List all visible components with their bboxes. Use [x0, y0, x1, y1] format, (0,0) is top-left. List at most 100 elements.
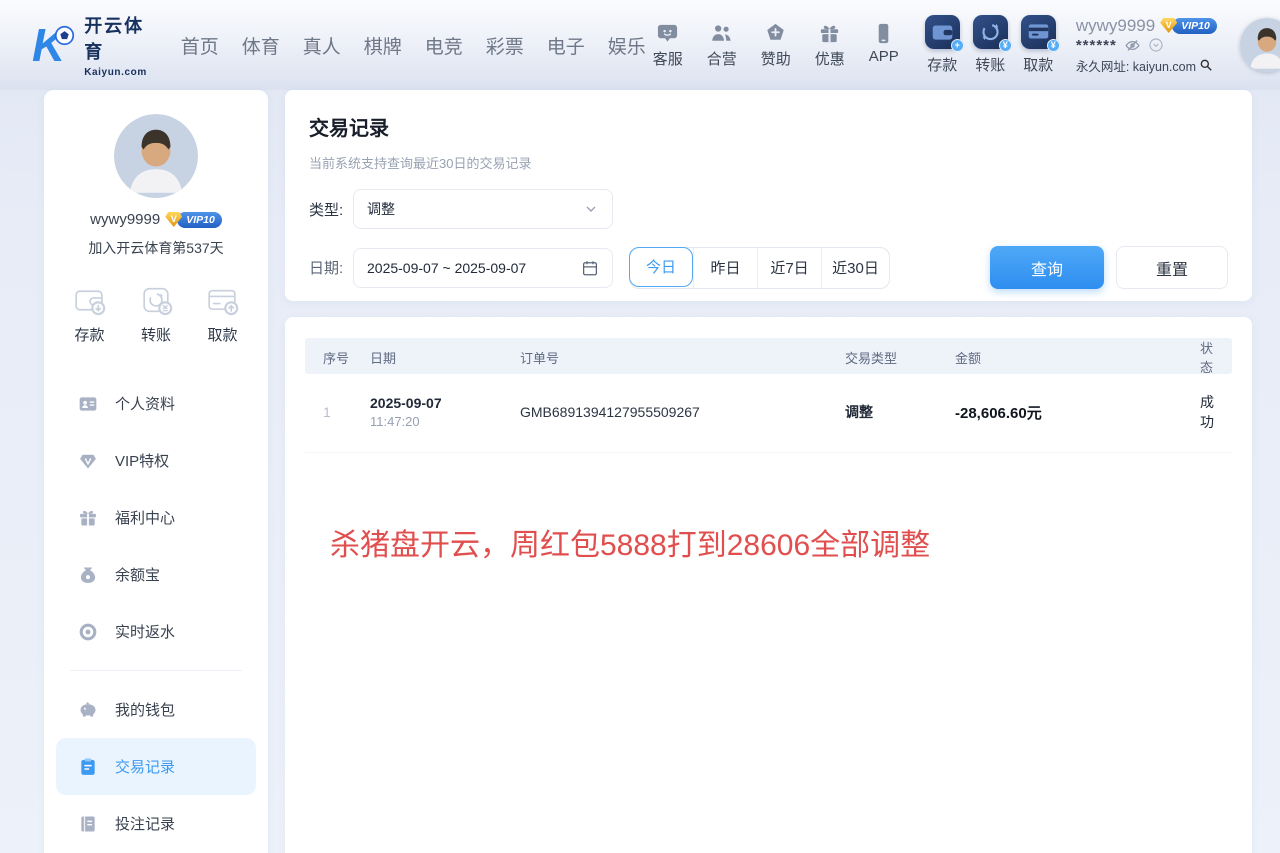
sidebar-item-rebate[interactable]: 实时返水 — [56, 603, 256, 660]
plus-badge-icon: + — [951, 39, 964, 52]
brand-logo[interactable]: K 开云体育 Kaiyun.com — [30, 12, 154, 78]
range-today-button[interactable]: 今日 — [629, 247, 693, 287]
nav-item-esports[interactable]: 电竞 — [420, 28, 468, 63]
quick-link-label: 优惠 — [815, 48, 845, 69]
quick-link-label: 合营 — [707, 48, 737, 69]
nav-item-chess[interactable]: 棋牌 — [359, 28, 407, 63]
sponsor-link[interactable]: 赞助 — [759, 22, 793, 69]
cell-datetime: 2025-09-07 11:47:20 — [370, 395, 520, 429]
withdraw-card-icon: ¥ — [1021, 15, 1056, 49]
range-7days-button[interactable]: 近7日 — [757, 248, 821, 288]
nav-item-sports[interactable]: 体育 — [237, 28, 285, 63]
nav-item-lottery[interactable]: 彩票 — [481, 28, 529, 63]
clipboard-icon — [78, 757, 98, 777]
search-button[interactable]: 查询 — [990, 246, 1104, 289]
sidebar-withdraw-button[interactable]: 取款 — [204, 282, 241, 345]
range-yesterday-button[interactable]: 昨日 — [693, 248, 757, 288]
nav-item-home[interactable]: 首页 — [176, 28, 224, 63]
date-range-input[interactable]: 2025-09-07 ~ 2025-09-07 — [353, 248, 613, 288]
topbar-right: 客服 合营 赞助 — [651, 15, 1280, 75]
nav-item-entertainment[interactable]: 娱乐 — [603, 28, 651, 63]
avatar[interactable] — [1240, 18, 1280, 72]
page-title: 交易记录 — [309, 112, 1228, 141]
sidebar-item-label: 个人资料 — [115, 393, 175, 414]
chevron-down-circle-icon[interactable] — [1148, 37, 1164, 53]
sidebar-item-label: 福利中心 — [115, 507, 175, 528]
calendar-icon[interactable] — [581, 259, 599, 277]
gift-icon — [818, 22, 841, 45]
customer-service-link[interactable]: 客服 — [651, 22, 685, 69]
quick-links: 客服 合营 赞助 — [651, 22, 901, 69]
sidebar-item-wallet[interactable]: 我的钱包 — [56, 681, 256, 738]
quick-link-label: 赞助 — [761, 48, 791, 69]
filter-card: 交易记录 当前系统支持查询最近30日的交易记录 类型: 调整 日期: 2025-… — [285, 90, 1252, 301]
range-30days-button[interactable]: 近30日 — [821, 248, 889, 288]
quick-action-label: 转账 — [141, 324, 171, 345]
partners-link[interactable]: 合营 — [705, 22, 739, 69]
gem-icon — [78, 451, 98, 471]
app-download-link[interactable]: APP — [867, 22, 901, 69]
sidebar-item-transactions[interactable]: 交易记录 — [56, 738, 256, 795]
cell-status: 成功 — [1200, 392, 1238, 432]
cell-transaction-type: 调整 — [845, 402, 955, 422]
nav-item-live[interactable]: 真人 — [298, 28, 346, 63]
rebate-coin-icon — [78, 622, 98, 642]
sidebar-transfer-button[interactable]: 转账 — [138, 282, 175, 345]
cell-index: 1 — [305, 404, 370, 420]
notebook-icon — [78, 814, 98, 834]
type-select[interactable]: 调整 — [353, 189, 613, 229]
username: wywy9999 — [1076, 16, 1155, 36]
sidebar-username: wywy9999 — [90, 211, 160, 228]
sidebar-item-vip[interactable]: VIP特权 — [56, 432, 256, 489]
membership-days-text: 加入开云体育第537天 — [44, 238, 268, 258]
main-nav: 首页 体育 真人 棋牌 电竞 彩票 电子 娱乐 — [176, 28, 651, 63]
cell-amount: -28,606.60元 — [955, 402, 1200, 423]
type-filter-row: 类型: 调整 — [309, 189, 1228, 229]
gift-icon — [78, 508, 98, 528]
col-header-status: 状态 — [1200, 338, 1237, 376]
quick-link-label: 客服 — [653, 48, 683, 69]
nav-item-slots[interactable]: 电子 — [542, 28, 590, 63]
chevron-down-icon — [583, 201, 599, 217]
table-header-row: 序号 日期 订单号 交易类型 金额 状态 — [305, 338, 1232, 374]
date-range-value: 2025-09-07 ~ 2025-09-07 — [367, 260, 581, 276]
sidebar-item-label: 我的钱包 — [115, 699, 175, 720]
wallet-links: + 存款 ¥ 转账 ¥ — [925, 15, 1056, 75]
date-filter-row: 日期: 2025-09-07 ~ 2025-09-07 今日 昨日 近7日 近3… — [309, 246, 1228, 289]
avatar-image — [1240, 18, 1280, 72]
vip-level-label: VIP10 — [177, 212, 222, 228]
sidebar-avatar — [114, 114, 198, 198]
transfer-button[interactable]: ¥ 转账 — [973, 15, 1008, 75]
quick-link-label: APP — [869, 48, 899, 65]
type-label: 类型: — [309, 199, 353, 220]
avatar-image — [114, 114, 198, 198]
promotions-link[interactable]: 优惠 — [813, 22, 847, 69]
sidebar-item-bets[interactable]: 投注记录 — [56, 795, 256, 852]
partners-icon — [710, 22, 733, 45]
cell-time: 11:47:20 — [370, 414, 520, 429]
user-block: wywy9999 V VIP10 ****** 永久网址: kaiyun.com — [1076, 16, 1228, 75]
topbar: K 开云体育 Kaiyun.com 首页 体育 真人 棋牌 电竞 彩票 电子 娱… — [0, 0, 1280, 90]
sidebar-item-yuebao[interactable]: 余额宝 — [56, 546, 256, 603]
transfer-icon — [138, 282, 175, 319]
vip-badge: V VIP10 — [1160, 18, 1217, 34]
sidebar-item-welfare[interactable]: 福利中心 — [56, 489, 256, 546]
eye-off-icon[interactable] — [1124, 37, 1141, 54]
logo-k-mark: K — [30, 19, 75, 71]
id-card-icon — [78, 394, 98, 414]
page-subtitle: 当前系统支持查询最近30日的交易记录 — [309, 153, 1228, 172]
deposit-wallet-icon: + — [925, 15, 960, 49]
sidebar-item-profile[interactable]: 个人资料 — [56, 375, 256, 432]
wallet-link-label: 转账 — [975, 54, 1005, 75]
wallet-link-label: 存款 — [927, 54, 957, 75]
quick-action-label: 取款 — [207, 324, 237, 345]
vip-level-label: VIP10 — [1172, 18, 1217, 34]
quick-action-label: 存款 — [74, 324, 104, 345]
sidebar-deposit-button[interactable]: 存款 — [71, 282, 108, 345]
reset-button[interactable]: 重置 — [1116, 246, 1228, 289]
wallet-link-label: 取款 — [1023, 54, 1053, 75]
withdraw-button[interactable]: ¥ 取款 — [1021, 15, 1056, 75]
deposit-button[interactable]: + 存款 — [925, 15, 960, 75]
sidebar-item-label: 投注记录 — [115, 813, 175, 834]
sidebar-divider — [70, 670, 242, 671]
